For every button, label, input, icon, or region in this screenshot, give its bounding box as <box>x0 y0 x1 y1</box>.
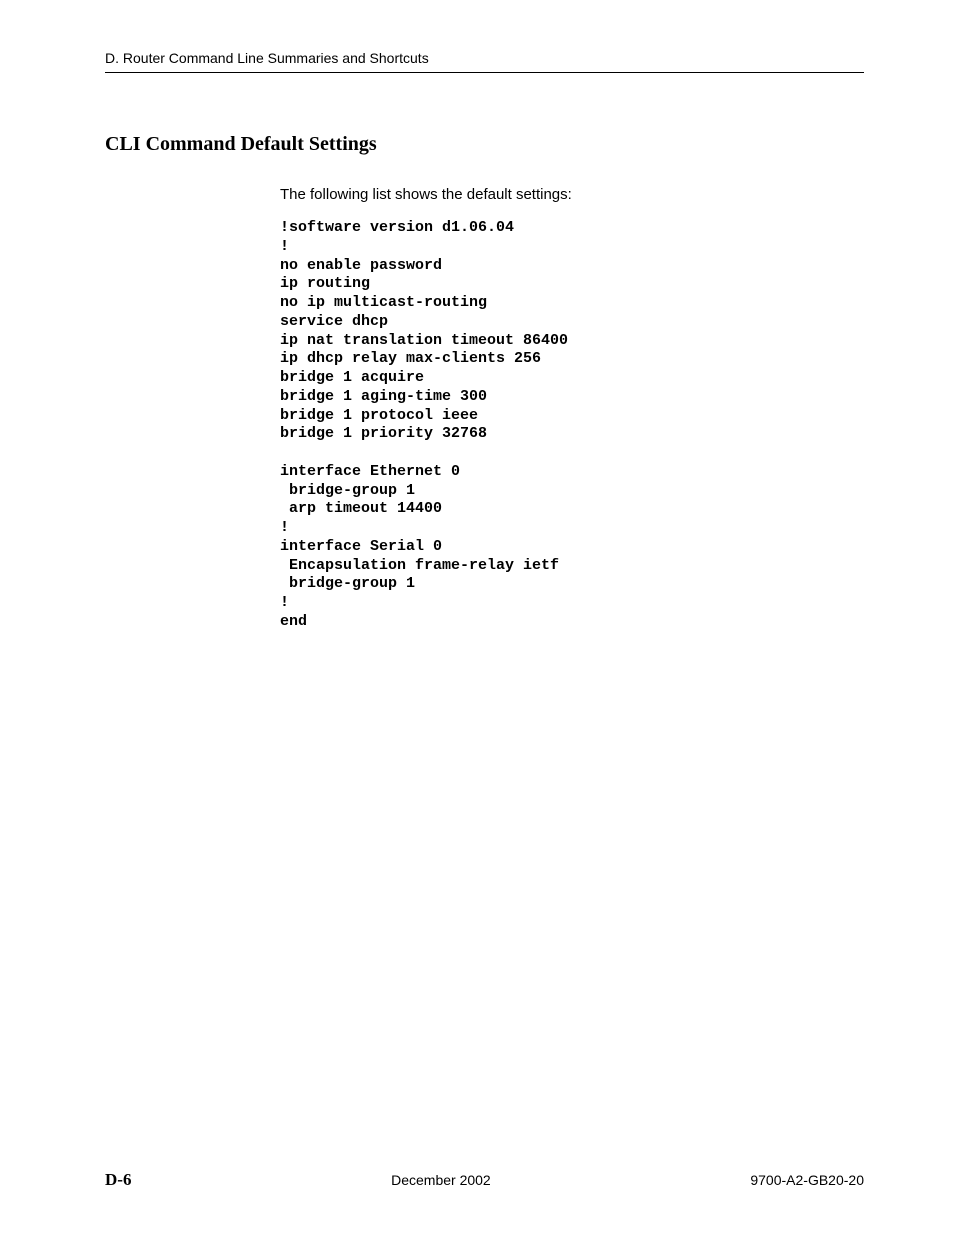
running-header: D. Router Command Line Summaries and Sho… <box>105 50 864 73</box>
footer-doc-id: 9700-A2-GB20-20 <box>750 1172 864 1188</box>
page-footer: D-6 December 2002 9700-A2-GB20-20 <box>105 1170 864 1190</box>
section-title: CLI Command Default Settings <box>105 133 864 156</box>
cli-code-listing: !software version d1.06.04 ! no enable p… <box>280 219 864 632</box>
page-container: D. Router Command Line Summaries and Sho… <box>0 0 954 1235</box>
footer-page-number: D-6 <box>105 1170 131 1190</box>
intro-text: The following list shows the default set… <box>280 186 864 203</box>
content-block: The following list shows the default set… <box>280 186 864 632</box>
footer-date: December 2002 <box>391 1172 491 1188</box>
